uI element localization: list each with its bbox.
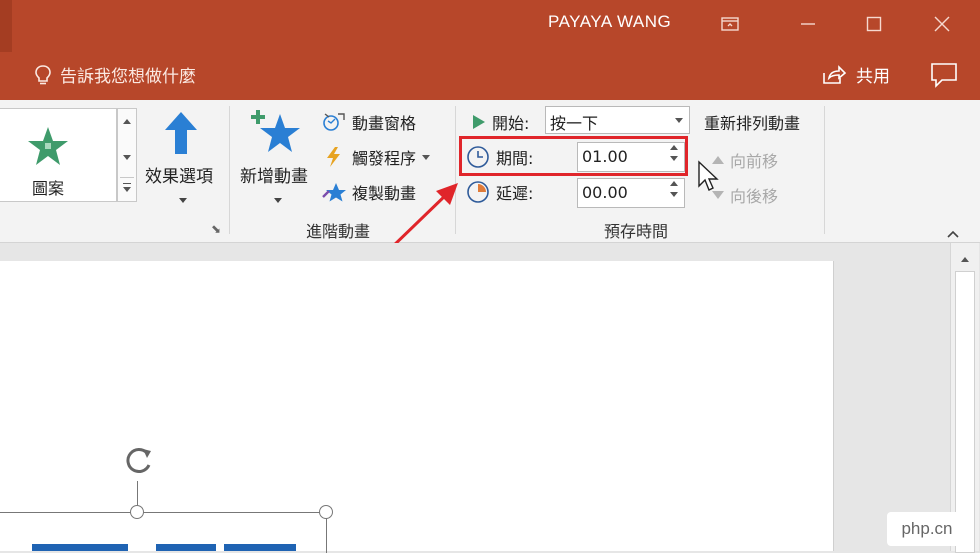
resize-handle[interactable] [130,505,144,519]
vertical-scrollbar[interactable] [950,243,979,553]
shape-block[interactable] [224,544,296,551]
watermark-logo: php.cn [887,512,967,546]
scroll-thumb[interactable] [955,271,975,553]
slide-canvas[interactable] [0,261,834,553]
resize-handle[interactable] [319,505,333,519]
shape-block[interactable] [32,544,128,551]
scroll-up-icon[interactable] [961,257,969,262]
slide-workspace [0,243,980,553]
rotate-handle-icon[interactable] [121,443,157,479]
shape-block[interactable] [156,544,216,551]
mouse-cursor-icon [698,160,719,191]
